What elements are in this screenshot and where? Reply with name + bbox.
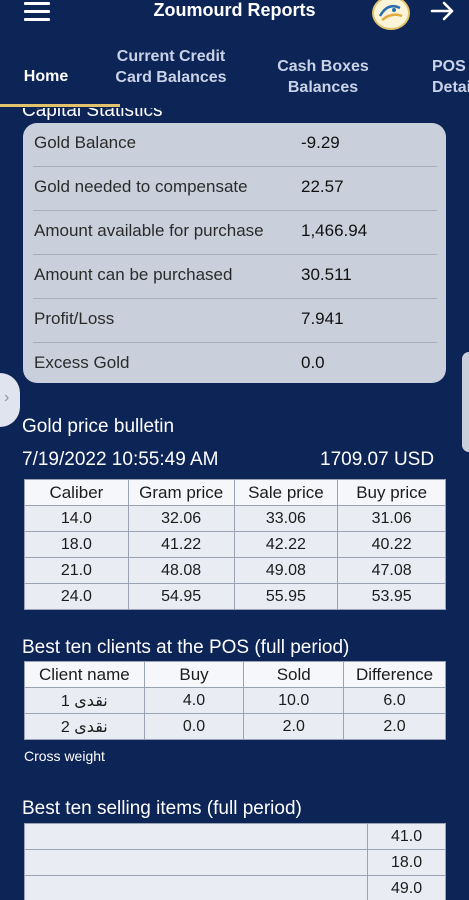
stat-row-profit-loss: Profit/Loss 7.941 (33, 299, 437, 343)
table-cell: 18.0 (367, 849, 446, 876)
table-row: 21.0 48.08 49.08 47.08 (24, 557, 446, 584)
capital-statistics-card: Gold Balance -9.29 Gold needed to compen… (23, 123, 446, 383)
cross-weight-note: Cross weight (24, 748, 105, 764)
table-row: 14.0 32.06 33.06 31.06 (24, 505, 446, 532)
bulletin-price: 1709.07 USD (320, 449, 435, 470)
table-cell: نقدى 2 (24, 713, 145, 740)
tab-cash-boxes-balances[interactable]: Cash Boxes Balances (258, 56, 388, 98)
table-cell: 48.08 (127, 557, 235, 584)
gold-price-table: Caliber Gram price Sale price Buy price … (24, 479, 446, 610)
stat-row-excess-gold: Excess Gold 0.0 (33, 343, 437, 387)
table-cell: 42.22 (233, 531, 339, 558)
column-header: Gram price (127, 479, 235, 506)
table-cell: 24.0 (24, 583, 129, 610)
table-cell: نقدى 1 (24, 687, 145, 714)
column-header: Sale price (233, 479, 339, 506)
arrow-right-icon[interactable] (430, 0, 456, 22)
table-row: 18.0 41.22 42.22 40.22 (24, 531, 446, 558)
stat-row-gold-needed: Gold needed to compensate 22.57 (33, 167, 437, 211)
table-cell: 33.06 (233, 505, 339, 532)
table-cell: 49.08 (233, 557, 339, 584)
stat-label: Profit/Loss (34, 309, 115, 328)
table-cell: 31.06 (337, 505, 446, 532)
stat-row-gold-balance: Gold Balance -9.29 (33, 123, 437, 167)
best-clients-title: Best ten clients at the POS (full period… (22, 637, 350, 658)
column-header: Difference (343, 661, 446, 688)
table-cell (23, 823, 369, 850)
table-cell: 41.0 (367, 823, 446, 850)
zoumourd-logo (372, 0, 410, 30)
table-row: 24.0 54.95 55.95 53.95 (24, 583, 446, 610)
table-cell: 0.0 (143, 713, 245, 740)
gold-price-bulletin-title: Gold price bulletin (22, 416, 175, 437)
stat-label: Gold needed to compensate (34, 177, 248, 196)
table-cell: 40.22 (337, 531, 446, 558)
table-cell: 53.95 (337, 583, 446, 610)
stat-label: Excess Gold (34, 353, 130, 372)
column-header: Buy (143, 661, 245, 688)
tab-pos-details[interactable]: POS Details (432, 56, 469, 98)
table-cell: 47.08 (337, 557, 446, 584)
stat-value: 0.0 (301, 353, 325, 372)
best-selling-items-table: 41.0 18.0 49.0 (23, 823, 446, 900)
table-row: نقدى 2 0.0 2.0 2.0 (24, 713, 446, 740)
table-row: 49.0 (23, 875, 446, 900)
table-cell: 14.0 (24, 505, 129, 532)
table-cell: 32.06 (127, 505, 235, 532)
table-row: نقدى 1 4.0 10.0 6.0 (24, 687, 446, 714)
table-cell: 6.0 (343, 687, 446, 714)
table-cell (23, 875, 369, 900)
stat-row-amount-available: Amount available for purchase 1,466.94 (33, 211, 437, 255)
table-cell: 10.0 (243, 687, 345, 714)
stat-label: Amount available for purchase (34, 221, 264, 240)
side-drawer-handle[interactable]: › (0, 373, 20, 427)
home-content[interactable]: Capital Statistics Gold Balance -9.29 Go… (0, 108, 469, 900)
table-cell: 41.22 (127, 531, 235, 558)
table-cell: 2.0 (243, 713, 345, 740)
table-header-row: Caliber Gram price Sale price Buy price (24, 479, 446, 506)
stat-label: Amount can be purchased (34, 265, 233, 284)
table-cell (23, 849, 369, 876)
tab-home[interactable]: Home (14, 66, 78, 87)
tab-bar: Home Current Credit Card Balances Cash B… (0, 44, 469, 108)
active-tab-indicator (0, 104, 120, 107)
column-header: Client name (24, 661, 145, 688)
scrollbar-thumb[interactable] (462, 352, 469, 452)
stat-value: 22.57 (301, 177, 344, 196)
stat-value: 7.941 (301, 309, 344, 328)
stat-value: 1,466.94 (301, 221, 368, 240)
best-clients-table: Client name Buy Sold Difference نقدى 1 4… (24, 661, 446, 740)
app-bar: Zoumourd Reports (0, 0, 469, 30)
tab-current-credit-card-balances[interactable]: Current Credit Card Balances (106, 46, 236, 88)
chevron-right-icon: › (4, 389, 10, 406)
bulletin-date: 7/19/2022 10:55:49 AM (22, 449, 219, 470)
capital-statistics-title: Capital Statistics (22, 108, 163, 121)
table-cell: 49.0 (367, 875, 446, 900)
stat-value: 30.511 (301, 265, 352, 284)
stat-value: -9.29 (301, 133, 340, 152)
column-header: Sold (243, 661, 345, 688)
table-cell: 54.95 (127, 583, 235, 610)
table-row: 41.0 (23, 823, 446, 850)
table-header-row: Client name Buy Sold Difference (24, 661, 446, 688)
stat-label: Gold Balance (34, 133, 137, 152)
table-cell: 21.0 (24, 557, 129, 584)
table-cell: 18.0 (24, 531, 129, 558)
best-selling-items-title: Best ten selling items (full period) (22, 798, 302, 819)
stat-row-amount-can-purchase: Amount can be purchased 30.511 (33, 255, 437, 299)
column-header: Buy price (337, 479, 446, 506)
column-header: Caliber (24, 479, 129, 506)
table-cell: 55.95 (233, 583, 339, 610)
table-cell: 2.0 (343, 713, 446, 740)
table-cell: 4.0 (143, 687, 245, 714)
table-row: 18.0 (23, 849, 446, 876)
